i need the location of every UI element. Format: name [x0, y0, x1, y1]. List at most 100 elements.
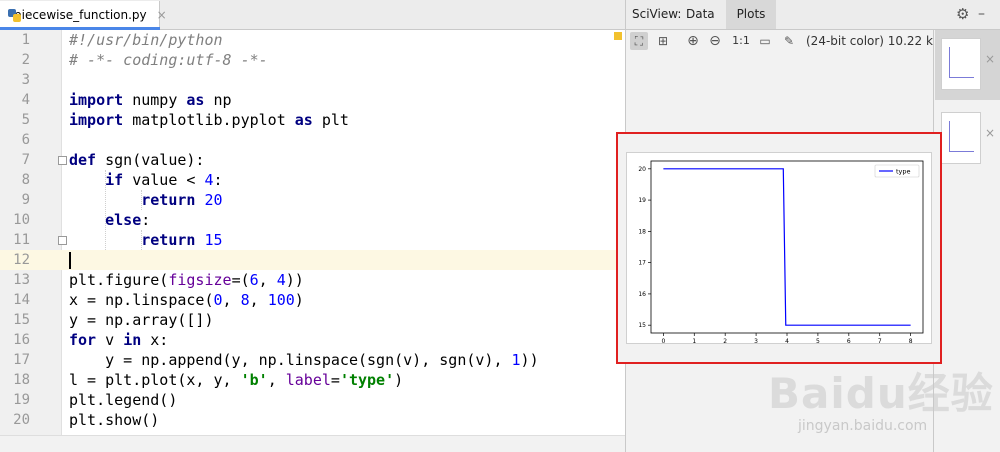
line-number: 13	[13, 272, 30, 288]
line-number: 19	[13, 392, 30, 408]
line-number: 15	[13, 312, 30, 328]
code-line[interactable]: 6	[0, 130, 625, 150]
code-line[interactable]: 4 import numpy as np	[0, 90, 625, 110]
code-text: def sgn(value):	[69, 151, 205, 169]
plot-image[interactable]: 0 1 2 3 4 5 6 7 8 15 16 17 18 19 20 type	[626, 152, 932, 344]
line-number: 6	[21, 132, 30, 148]
line-number: 3	[21, 72, 30, 88]
code-line[interactable]: 3	[0, 70, 625, 90]
y-tick-label: 18	[638, 228, 646, 235]
code-text	[69, 250, 71, 270]
line-number: 12	[13, 252, 30, 268]
line-number: 17	[13, 352, 30, 368]
code-area[interactable]: 1 #!/usr/bin/python 2 # -*- coding:utf-8 -*…	[0, 30, 625, 435]
fold-end-icon[interactable]	[58, 236, 67, 245]
code-text: import matplotlib.pyplot as plt	[69, 111, 349, 129]
code-line[interactable]: 2 # -*- coding:utf-8 -*-	[0, 50, 625, 70]
code-text: x = np.linspace(0, 8, 100)	[69, 291, 304, 309]
code-text: else:	[105, 211, 151, 229]
code-line[interactable]: 16 for v in x:	[0, 330, 625, 350]
fold-start-icon[interactable]	[58, 156, 67, 165]
line-number: 20	[13, 412, 30, 428]
zoom-in-icon[interactable]: ⊕	[684, 32, 702, 50]
plot-thumbnails: × ×	[933, 30, 1000, 452]
code-line[interactable]: 14 x = np.linspace(0, 8, 100)	[0, 290, 625, 310]
plot-thumbnail-image	[941, 38, 981, 90]
line-number: 5	[21, 112, 30, 128]
grid-view-icon[interactable]: ⊞	[654, 32, 672, 50]
code-line[interactable]: 15 y = np.array([])	[0, 310, 625, 330]
plot-thumbnail[interactable]: ×	[935, 104, 1000, 174]
horizontal-scrollbar[interactable]	[0, 435, 625, 452]
text-cursor	[69, 252, 71, 269]
x-tick-label: 8	[909, 338, 913, 343]
code-text: y = np.array([])	[69, 311, 214, 329]
close-icon[interactable]: ×	[985, 126, 995, 140]
code-text: # -*- coding:utf-8 -*-	[69, 51, 268, 69]
tab-plots[interactable]: Plots	[726, 0, 776, 29]
image-icon[interactable]: ▭	[756, 32, 774, 50]
code-text: for v in x:	[69, 331, 169, 349]
gear-icon[interactable]: ⚙	[956, 0, 969, 29]
code-text: y = np.append(y, np.linspace(sgn(v), sgn…	[69, 351, 539, 369]
code-text: plt.show()	[69, 411, 160, 429]
x-tick-label: 0	[661, 338, 665, 343]
code-line[interactable]: 18 l = plt.plot(x, y, 'b', label='type')	[0, 370, 625, 390]
code-text: return 20	[141, 191, 223, 209]
x-tick-label: 2	[723, 338, 727, 343]
code-text: if value < 4:	[105, 171, 223, 189]
line-number: 10	[13, 212, 30, 228]
code-line[interactable]: 12	[0, 250, 625, 270]
code-line[interactable]: 11 return 15	[0, 230, 625, 250]
code-line[interactable]: 9 return 20	[0, 190, 625, 210]
line-chart: 0 1 2 3 4 5 6 7 8 15 16 17 18 19 20 type	[638, 160, 924, 343]
editor-tab-filename: piecewise_function.py	[14, 8, 147, 22]
sciview-title: SciView:	[632, 7, 682, 21]
y-tick-label: 15	[638, 322, 646, 329]
indent-guide	[141, 190, 142, 210]
indent-guide	[105, 170, 106, 250]
code-text: l = plt.plot(x, y, 'b', label='type')	[69, 371, 404, 389]
x-tick-label: 5	[816, 338, 820, 343]
minimize-icon[interactable]: –	[978, 0, 985, 29]
line-number: 9	[21, 192, 30, 208]
zoom-out-icon[interactable]: ⊖	[706, 32, 724, 50]
close-icon[interactable]: ×	[985, 52, 995, 66]
code-line[interactable]: 20 plt.show()	[0, 410, 625, 430]
code-line[interactable]: 13 plt.figure(figsize=(6, 4))	[0, 270, 625, 290]
code-line[interactable]: 10 else:	[0, 210, 625, 230]
line-number: 18	[13, 372, 30, 388]
y-tick-label: 20	[638, 166, 646, 173]
y-tick-label: 16	[638, 291, 646, 298]
x-tick-label: 4	[785, 338, 789, 343]
actual-size-button[interactable]: 1:1	[730, 32, 752, 50]
code-line[interactable]: 8 if value < 4:	[0, 170, 625, 190]
tab-data[interactable]: Data	[686, 0, 715, 29]
line-number: 11	[13, 232, 30, 248]
code-text: #!/usr/bin/python	[69, 31, 223, 49]
plots-toolbar: ⛶ ⊞ ⊕ ⊖ 1:1 ▭ ✎ (24-bit color) 10.22 kB	[626, 30, 941, 50]
code-line[interactable]: 19 plt.legend()	[0, 390, 625, 410]
code-line[interactable]: 1 #!/usr/bin/python	[0, 30, 625, 50]
plot-axes-frame	[650, 160, 924, 334]
code-text: return 15	[141, 231, 223, 249]
plot-thumbnail-image	[941, 112, 981, 164]
warning-marker-icon[interactable]	[614, 32, 622, 40]
code-text: import numpy as np	[69, 91, 232, 109]
x-tick-label: 3	[754, 338, 758, 343]
close-icon[interactable]: ×	[157, 8, 167, 22]
color-picker-icon[interactable]: ✎	[780, 32, 798, 50]
legend-label: type	[896, 168, 911, 176]
fit-to-window-icon[interactable]: ⛶	[630, 32, 648, 50]
line-number: 8	[21, 172, 30, 188]
code-line[interactable]: 7 def sgn(value):	[0, 150, 625, 170]
code-line[interactable]: 5 import matplotlib.pyplot as plt	[0, 110, 625, 130]
image-info: (24-bit color) 10.22 kB	[806, 34, 942, 48]
y-tick-label: 17	[638, 260, 646, 267]
editor-tab[interactable]: piecewise_function.py ×	[0, 1, 167, 29]
plot-thumbnail-selected[interactable]: ×	[935, 30, 1000, 100]
code-text: plt.legend()	[69, 391, 178, 409]
code-line[interactable]: 17 y = np.append(y, np.linspace(sgn(v), …	[0, 350, 625, 370]
indent-guide	[141, 230, 142, 250]
x-tick-label: 6	[847, 338, 851, 343]
